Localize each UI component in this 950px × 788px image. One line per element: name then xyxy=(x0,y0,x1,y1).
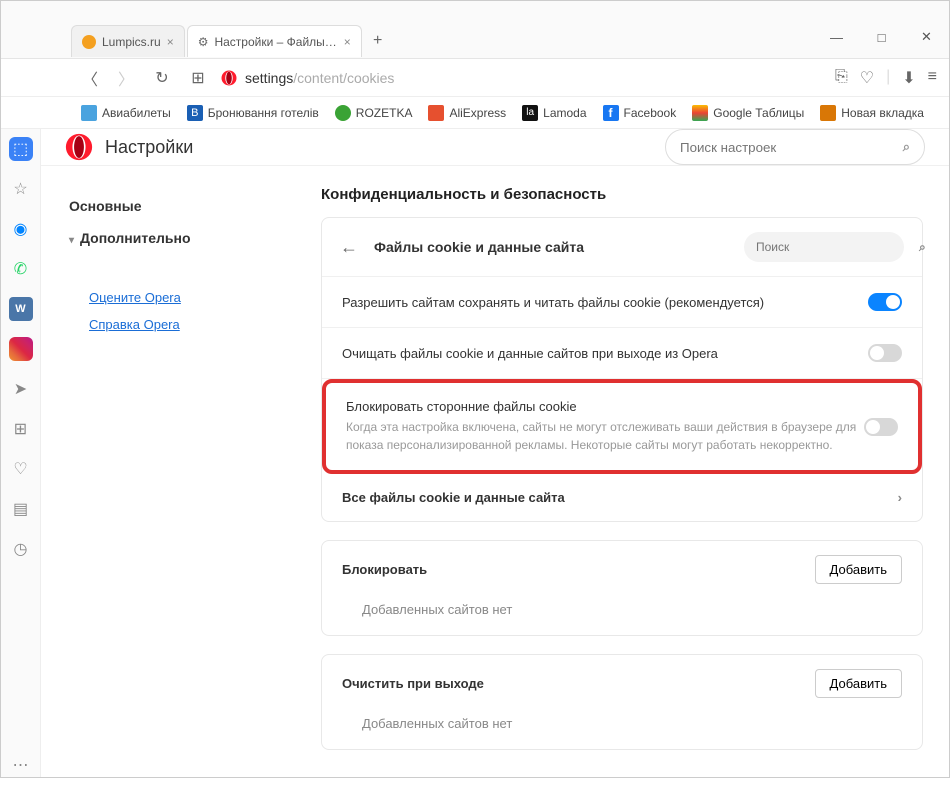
forward-button[interactable]: 〉 xyxy=(113,65,139,91)
heart-icon[interactable]: ♡ xyxy=(9,457,33,481)
news-icon[interactable]: ▤ xyxy=(9,497,33,521)
card-search-input[interactable] xyxy=(756,240,911,254)
history-icon[interactable]: ◷ xyxy=(9,537,33,561)
clear-card: Очистить при выходе Добавить Добавленных… xyxy=(321,654,923,750)
chevron-right-icon: › xyxy=(898,490,902,505)
row-clear-on-exit: Очищать файлы cookie и данные сайтов при… xyxy=(322,328,922,379)
bookmark-item[interactable]: BБронювання готелів xyxy=(187,105,319,121)
block-empty: Добавленных сайтов нет xyxy=(322,590,922,635)
row-description: Когда эта настройка включена, сайты не м… xyxy=(346,418,864,454)
nav-advanced[interactable]: Дополнительно xyxy=(69,222,293,254)
back-arrow-icon[interactable]: ← xyxy=(340,237,360,258)
bookmark-icon: B xyxy=(187,105,203,121)
block-title: Блокировать xyxy=(342,562,427,577)
messenger-icon[interactable]: ◉ xyxy=(9,217,33,241)
bookmark-icon xyxy=(335,105,351,121)
whatsapp-icon[interactable]: ✆ xyxy=(9,257,33,281)
sidebar: ⬚ ☆ ◉ ✆ W ➤ ⊞ ♡ ▤ ◷ ⋯ xyxy=(1,129,41,777)
star-icon[interactable]: ☆ xyxy=(9,177,33,201)
close-icon[interactable]: × xyxy=(167,35,174,49)
snapshot-icon[interactable]: ⎘ xyxy=(835,68,848,88)
urlbar: 〈 〉 ↻ ⊞ settings/content/cookies ⎘ ♡ | ⬇… xyxy=(1,59,949,97)
minimize-button[interactable]: — xyxy=(814,16,859,58)
clear-title: Очистить при выходе xyxy=(342,676,484,691)
settings-nav: Основные Дополнительно Оцените Opera Спр… xyxy=(41,166,321,788)
row-block-third-party: Блокировать сторонние файлы cookie Когда… xyxy=(322,379,922,474)
tab-lumpics[interactable]: Lumpics.ru × xyxy=(71,25,185,57)
card-title: Файлы cookie и данные сайта xyxy=(374,239,730,255)
settings-header: Настройки ⌕ xyxy=(41,129,949,166)
bookmark-item[interactable]: Новая вкладка xyxy=(820,105,924,121)
tab-title: Настройки – Файлы cookie xyxy=(214,35,337,49)
favicon-lumpics xyxy=(82,35,96,49)
grid-icon[interactable]: ⊞ xyxy=(9,417,33,441)
url-prefix: settings xyxy=(245,70,293,86)
clear-exit-toggle[interactable] xyxy=(868,344,902,362)
bookmark-icon: la xyxy=(522,105,538,121)
search-icon: ⌕ xyxy=(903,139,910,155)
speed-dial-icon[interactable]: ⊞ xyxy=(185,65,211,91)
send-icon[interactable]: ➤ xyxy=(9,377,33,401)
bookmark-item[interactable]: ROZETKA xyxy=(335,105,413,121)
row-label: Разрешить сайтам сохранять и читать файл… xyxy=(342,295,868,310)
close-icon[interactable]: × xyxy=(344,35,351,49)
maximize-button[interactable]: □ xyxy=(859,16,904,58)
row-label: Очищать файлы cookie и данные сайтов при… xyxy=(342,346,868,361)
nav-basic[interactable]: Основные xyxy=(69,190,293,222)
row-allow-cookies: Разрешить сайтам сохранять и читать файл… xyxy=(322,277,922,328)
url-path: /content/cookies xyxy=(293,70,394,86)
settings-search[interactable]: ⌕ xyxy=(665,129,925,165)
bookmark-icon xyxy=(428,105,444,121)
bookmark-item[interactable]: fFacebook xyxy=(603,105,677,121)
back-button[interactable]: 〈 xyxy=(77,65,103,91)
new-tab-button[interactable]: + xyxy=(364,27,392,55)
bookmark-item[interactable]: AliExpress xyxy=(428,105,506,121)
row-label: Блокировать сторонние файлы cookie xyxy=(346,399,864,414)
tab-settings[interactable]: ⚙ Настройки – Файлы cookie × xyxy=(187,25,362,57)
opera-icon xyxy=(221,70,237,86)
block-third-party-toggle[interactable] xyxy=(864,418,898,436)
address-bar[interactable]: settings/content/cookies xyxy=(221,70,825,86)
clear-empty: Добавленных сайтов нет xyxy=(322,704,922,749)
download-icon[interactable]: ⬇ xyxy=(902,68,915,88)
titlebar: Lumpics.ru × ⚙ Настройки – Файлы cookie … xyxy=(1,1,949,59)
instagram-icon[interactable] xyxy=(9,337,33,361)
home-icon[interactable]: ⬚ xyxy=(9,137,33,161)
allow-cookies-toggle[interactable] xyxy=(868,293,902,311)
bookmark-item[interactable]: laLamoda xyxy=(522,105,586,121)
tab-title: Lumpics.ru xyxy=(102,35,161,49)
block-card: Блокировать Добавить Добавленных сайтов … xyxy=(321,540,923,636)
bookmark-icon xyxy=(820,105,836,121)
heart-icon[interactable]: ♡ xyxy=(860,68,874,88)
bookmark-item[interactable]: Авиабилеты xyxy=(81,105,171,121)
reload-button[interactable]: ↻ xyxy=(149,65,175,91)
search-input[interactable] xyxy=(680,140,903,155)
search-icon: ⌕ xyxy=(919,240,926,255)
bookmark-item[interactable]: Google Таблицы xyxy=(692,105,804,121)
menu-icon[interactable]: ≡ xyxy=(928,68,937,88)
bookmark-icon xyxy=(81,105,97,121)
add-clear-button[interactable]: Добавить xyxy=(815,669,902,698)
add-block-button[interactable]: Добавить xyxy=(815,555,902,584)
bookmark-icon: f xyxy=(603,105,619,121)
card-search[interactable]: ⌕ xyxy=(744,232,904,262)
rate-opera-link[interactable]: Оцените Opera xyxy=(69,284,293,311)
bookmarks-bar: Авиабилеты BБронювання готелів ROZETKA A… xyxy=(1,97,949,129)
close-button[interactable]: ✕ xyxy=(904,16,949,58)
bookmark-icon xyxy=(692,105,708,121)
vk-icon[interactable]: W xyxy=(9,297,33,321)
opera-icon xyxy=(65,133,93,161)
section-title: Конфиденциальность и безопасность xyxy=(321,186,923,203)
help-opera-link[interactable]: Справка Opera xyxy=(69,311,293,338)
gear-icon: ⚙ xyxy=(198,35,209,49)
row-label: Все файлы cookie и данные сайта xyxy=(342,490,565,505)
row-all-cookies[interactable]: Все файлы cookie и данные сайта › xyxy=(322,474,922,521)
page-title: Настройки xyxy=(105,137,193,158)
more-icon[interactable]: ⋯ xyxy=(9,753,33,777)
cookies-card: ← Файлы cookie и данные сайта ⌕ Разрешит… xyxy=(321,217,923,522)
settings-pane: Конфиденциальность и безопасность ← Файл… xyxy=(321,166,949,788)
